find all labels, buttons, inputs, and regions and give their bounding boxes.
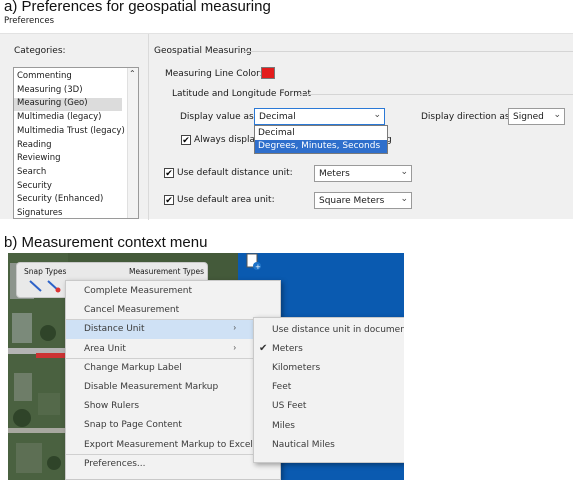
direction-text: Signed	[513, 112, 544, 122]
category-item[interactable]: Security (Enhanced)	[14, 194, 122, 207]
area-label: Use default area unit:	[177, 195, 275, 205]
svg-text:+: +	[255, 263, 261, 271]
area-select[interactable]: Square Meters ⌄	[314, 192, 412, 209]
window-title: Preferences	[4, 16, 54, 26]
listbox-scrollbar[interactable]: ⌃	[127, 68, 138, 218]
category-item[interactable]: Signatures	[14, 208, 122, 221]
category-item[interactable]: Search	[14, 167, 122, 180]
menu-item-label: Area Unit	[84, 343, 126, 354]
caption-a: a) Preferences for geospatial measuring	[4, 0, 271, 15]
submenu-item[interactable]: Feet	[254, 378, 404, 397]
menu-item-label: Cancel Measurement	[84, 305, 180, 316]
distance-label: Use default distance unit:	[177, 168, 293, 178]
document-add-icon[interactable]: +	[245, 253, 263, 271]
submenu-item[interactable]: Use distance unit in document	[254, 321, 404, 340]
distance-text: Meters	[319, 169, 350, 179]
menu-item[interactable]: Show Rulers	[66, 397, 280, 416]
menu-item-label: Disable Measurement Markup	[84, 382, 219, 392]
context-menu: Complete Measurement Cancel Measurement Di…	[65, 280, 281, 480]
categories-listbox[interactable]: Commenting Measuring (3D) Measuring (Geo) M…	[13, 67, 139, 219]
direction-select[interactable]: Signed ⌄	[508, 108, 565, 125]
submenu-item-label: Nautical Miles	[272, 439, 335, 450]
distance-checkbox[interactable]: ✔	[164, 168, 174, 178]
menu-item[interactable]: Distance Unit ›	[66, 320, 280, 340]
category-item[interactable]: Multimedia Trust (legacy)	[14, 126, 125, 139]
menu-item-label: Snap to Page Content	[84, 420, 182, 431]
categories-label: Categories:	[14, 46, 66, 56]
category-item[interactable]: Multimedia (legacy)	[14, 112, 122, 125]
latlong-title: Latitude and Longitude Format	[172, 89, 312, 99]
submenu-item[interactable]: Miles	[254, 417, 404, 436]
chevron-down-icon: ⌄	[373, 110, 381, 120]
category-item[interactable]: Reviewing	[14, 153, 122, 166]
submenu-item-label: Miles	[272, 420, 295, 431]
submenu-arrow-icon: ›	[233, 323, 236, 333]
dropdown-option[interactable]: Decimal	[255, 127, 387, 140]
category-item[interactable]: Measuring (3D)	[14, 85, 122, 98]
menu-item[interactable]: Complete Measurement	[66, 282, 280, 301]
always-display-label: Always display	[194, 135, 261, 145]
menu-item[interactable]: Cancel Measurement	[66, 301, 280, 320]
line-color-swatch[interactable]	[261, 67, 275, 79]
submenu-item[interactable]: US Feet	[254, 397, 404, 416]
scroll-up-icon[interactable]: ⌃	[129, 69, 136, 78]
submenu-item[interactable]: Nautical Miles	[254, 436, 404, 455]
menu-item-label: Export Measurement Markup to Excel...	[84, 439, 262, 450]
snap-endpoint-icon[interactable]	[46, 279, 62, 298]
menu-item-label: Change Markup Label	[84, 362, 182, 373]
chevron-down-icon: ⌄	[553, 110, 561, 120]
caption-b: b) Measurement context menu	[4, 234, 208, 251]
submenu-item[interactable]: Kilometers	[254, 359, 404, 378]
display-value-text: Decimal	[259, 112, 296, 122]
menu-item-label: Preferences...	[84, 458, 146, 469]
map-view[interactable]: + Snap Types Measurement Types Complete …	[8, 253, 404, 480]
display-value-dropdown: Decimal Degrees, Minutes, Seconds	[254, 125, 388, 154]
chevron-down-icon: ⌄	[400, 167, 408, 177]
checkmark-icon: ✔	[259, 343, 268, 355]
line-color-label: Measuring Line Color:	[165, 69, 263, 79]
menu-item[interactable]: Snap to Page Content	[66, 416, 280, 435]
menu-item-label: Complete Measurement	[84, 286, 193, 296]
menu-item[interactable]: Area Unit ›	[66, 340, 280, 359]
category-item[interactable]: Security	[14, 181, 122, 194]
submenu-item-label: Kilometers	[272, 363, 321, 374]
menu-item[interactable]: Change Markup Label	[66, 359, 280, 378]
measurement-types-label: Measurement Types	[129, 267, 205, 276]
category-item[interactable]: Commenting	[14, 71, 122, 84]
submenu-item-label: Meters	[272, 344, 303, 355]
menu-item[interactable]: Disable Measurement Markup	[66, 378, 280, 397]
snap-types-label: Snap Types	[24, 267, 67, 276]
menu-item[interactable]: Export Measurement Markup to Excel...	[66, 436, 280, 455]
section-title: Geospatial Measuring	[154, 46, 252, 56]
submenu-arrow-icon: ›	[233, 342, 236, 352]
submenu-item-label: US Feet	[272, 401, 307, 412]
display-value-label: Display value as:	[180, 112, 257, 122]
category-item[interactable]: Measuring (Geo)	[14, 98, 122, 112]
menu-item-label: Distance Unit	[84, 324, 145, 335]
always-display-checkbox[interactable]: ✔	[181, 135, 191, 145]
menu-item[interactable]: Preferences...	[66, 455, 280, 474]
snap-line-icon[interactable]	[28, 279, 44, 298]
area-checkbox[interactable]: ✔	[164, 195, 174, 205]
submenu-item[interactable]: ✔ Meters	[254, 340, 404, 359]
submenu-item-label: Feet	[272, 382, 292, 393]
area-text: Square Meters	[319, 196, 385, 206]
menu-item-label: Show Rulers	[84, 401, 140, 412]
dropdown-option-highlighted[interactable]: Degrees, Minutes, Seconds	[255, 140, 387, 153]
submenu-item-label: Use distance unit in document	[272, 325, 404, 335]
preferences-dialog: Categories: Commenting Measuring (3D) Meas…	[0, 33, 573, 220]
display-value-select[interactable]: Decimal ⌄	[254, 108, 385, 125]
distance-unit-submenu: Use distance unit in document ✔ Meters Kilo…	[253, 317, 404, 463]
distance-select[interactable]: Meters ⌄	[314, 165, 412, 182]
chevron-down-icon: ⌄	[400, 194, 408, 204]
direction-label: Display direction as:	[421, 112, 513, 122]
category-item[interactable]: Reading	[14, 140, 122, 153]
